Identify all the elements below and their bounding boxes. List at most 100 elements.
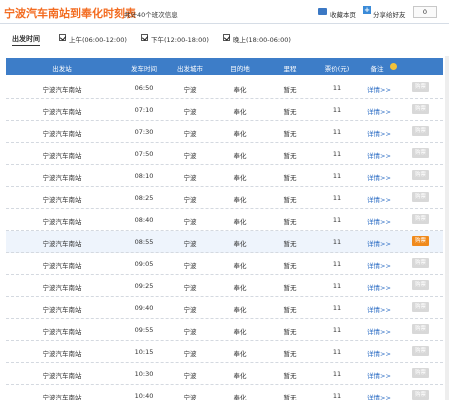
departure-time-cell: 09:25: [134, 282, 154, 290]
buy-ticket-button[interactable]: 购票: [412, 192, 429, 202]
smiley-icon: [390, 63, 397, 70]
station-cell: 宁波汽车南站: [42, 152, 82, 160]
detail-link[interactable]: 详情>>: [364, 348, 394, 358]
buy-ticket-button[interactable]: 购票: [412, 148, 429, 158]
mileage-cell: 暂无: [283, 284, 297, 292]
station-cell: 宁波汽车南站: [42, 218, 82, 226]
detail-link[interactable]: 详情>>: [364, 304, 394, 314]
price-cell: 11: [332, 326, 342, 334]
departure-city-cell: 宁波: [183, 86, 197, 94]
afternoon-checkbox[interactable]: [141, 34, 148, 41]
table-row: 宁波汽车南站 09:40 宁波 奉化 暂无 11 详情>> 购票: [6, 297, 443, 319]
share-link[interactable]: 分享给好友: [373, 9, 406, 19]
departure-time-cell: 09:05: [134, 260, 154, 268]
destination-cell: 奉化: [233, 240, 247, 248]
detail-link[interactable]: 详情>>: [364, 370, 394, 380]
departure-city-cell: 宁波: [183, 284, 197, 292]
price-cell: 11: [332, 370, 342, 378]
buy-ticket-button[interactable]: 购票: [412, 346, 429, 356]
mileage-cell: 暂无: [283, 262, 297, 270]
table-row: 宁波汽车南站 08:25 宁波 奉化 暂无 11 详情>> 购票: [6, 187, 443, 209]
mileage-cell: 暂无: [283, 328, 297, 336]
price-cell: 11: [332, 172, 342, 180]
table-row: 宁波汽车南站 07:50 宁波 奉化 暂无 11 详情>> 购票: [6, 143, 443, 165]
detail-link[interactable]: 详情>>: [364, 392, 394, 400]
departure-time-cell: 09:55: [134, 326, 154, 334]
detail-link[interactable]: 详情>>: [364, 128, 394, 138]
filter-label: 出发时间: [12, 35, 40, 46]
detail-link[interactable]: 详情>>: [364, 326, 394, 336]
mileage-cell: 暂无: [283, 108, 297, 116]
detail-link[interactable]: 详情>>: [364, 106, 394, 116]
detail-link[interactable]: 详情>>: [364, 150, 394, 160]
detail-link[interactable]: 详情>>: [364, 84, 394, 94]
schedule-count: 共计40个班次信息: [124, 11, 178, 19]
departure-time-cell: 10:15: [134, 348, 154, 356]
destination-cell: 奉化: [233, 174, 247, 182]
buy-ticket-button[interactable]: 购票: [412, 258, 429, 268]
destination-cell: 奉化: [233, 350, 247, 358]
destination-cell: 奉化: [233, 218, 247, 226]
scrollbar[interactable]: [445, 56, 449, 400]
bookmark-icon[interactable]: [318, 8, 327, 15]
price-cell: 11: [332, 128, 342, 136]
evening-checkbox[interactable]: [223, 34, 230, 41]
mileage-cell: 暂无: [283, 306, 297, 314]
departure-city-cell: 宁波: [183, 306, 197, 314]
morning-checkbox[interactable]: [59, 34, 66, 41]
evening-checkbox-label[interactable]: 晚上(18:00-06:00): [233, 34, 291, 44]
buy-ticket-button[interactable]: 购票: [412, 368, 429, 378]
table-row: 宁波汽车南站 07:30 宁波 奉化 暂无 11 详情>> 购票: [6, 121, 443, 143]
page-title: 宁波汽车南站到奉化时刻表: [4, 7, 136, 20]
mileage-cell: 暂无: [283, 218, 297, 226]
buy-ticket-button[interactable]: 购票: [412, 324, 429, 334]
price-cell: 11: [332, 260, 342, 268]
departure-city-cell: 宁波: [183, 196, 197, 204]
detail-link[interactable]: 详情>>: [364, 282, 394, 292]
mileage-cell: 暂无: [283, 372, 297, 380]
col-header-price: 票价(元): [324, 65, 350, 73]
mileage-cell: 暂无: [283, 240, 297, 248]
afternoon-checkbox-label[interactable]: 下午(12:00-18:00): [151, 34, 209, 44]
detail-link[interactable]: 详情>>: [364, 172, 394, 182]
table-row: 宁波汽车南站 08:10 宁波 奉化 暂无 11 详情>> 购票: [6, 165, 443, 187]
plus-icon[interactable]: +: [363, 6, 371, 14]
buy-ticket-button[interactable]: 购票: [412, 236, 429, 246]
col-header-destination: 目的地: [230, 65, 250, 73]
mileage-cell: 暂无: [283, 196, 297, 204]
buy-ticket-button[interactable]: 购票: [412, 82, 429, 92]
detail-link[interactable]: 详情>>: [364, 194, 394, 204]
morning-checkbox-label[interactable]: 上午(06:00-12:00): [69, 34, 127, 44]
station-cell: 宁波汽车南站: [42, 174, 82, 182]
detail-link[interactable]: 详情>>: [364, 260, 394, 270]
station-cell: 宁波汽车南站: [42, 262, 82, 270]
mileage-cell: 暂无: [283, 152, 297, 160]
price-cell: 11: [332, 304, 342, 312]
col-header-mileage: 里程: [283, 65, 297, 73]
buy-ticket-button[interactable]: 购票: [412, 302, 429, 312]
departure-time-cell: 10:30: [134, 370, 154, 378]
price-cell: 11: [332, 194, 342, 202]
buy-ticket-button[interactable]: 购票: [412, 214, 429, 224]
detail-link[interactable]: 详情>>: [364, 216, 394, 226]
departure-city-cell: 宁波: [183, 152, 197, 160]
price-cell: 11: [332, 106, 342, 114]
departure-city-cell: 宁波: [183, 130, 197, 138]
price-cell: 11: [332, 282, 342, 290]
buy-ticket-button[interactable]: 购票: [412, 126, 429, 136]
price-cell: 11: [332, 216, 342, 224]
buy-ticket-button[interactable]: 购票: [412, 390, 429, 400]
destination-cell: 奉化: [233, 86, 247, 94]
destination-cell: 奉化: [233, 108, 247, 116]
detail-link[interactable]: 详情>>: [364, 238, 394, 248]
favorite-link[interactable]: 收藏本页: [330, 9, 356, 19]
table-row: 宁波汽车南站 08:55 宁波 奉化 暂无 11 详情>> 购票: [6, 231, 443, 253]
buy-ticket-button[interactable]: 购票: [412, 170, 429, 180]
station-cell: 宁波汽车南站: [42, 328, 82, 336]
buy-ticket-button[interactable]: 购票: [412, 280, 429, 290]
destination-cell: 奉化: [233, 306, 247, 314]
departure-time-cell: 06:50: [134, 84, 154, 92]
departure-time-cell: 10:40: [134, 392, 154, 400]
buy-ticket-button[interactable]: 购票: [412, 104, 429, 114]
top-bar: 宁波汽车南站到奉化时刻表 共计40个班次信息 收藏本页 + 分享给好友 0: [0, 0, 449, 24]
